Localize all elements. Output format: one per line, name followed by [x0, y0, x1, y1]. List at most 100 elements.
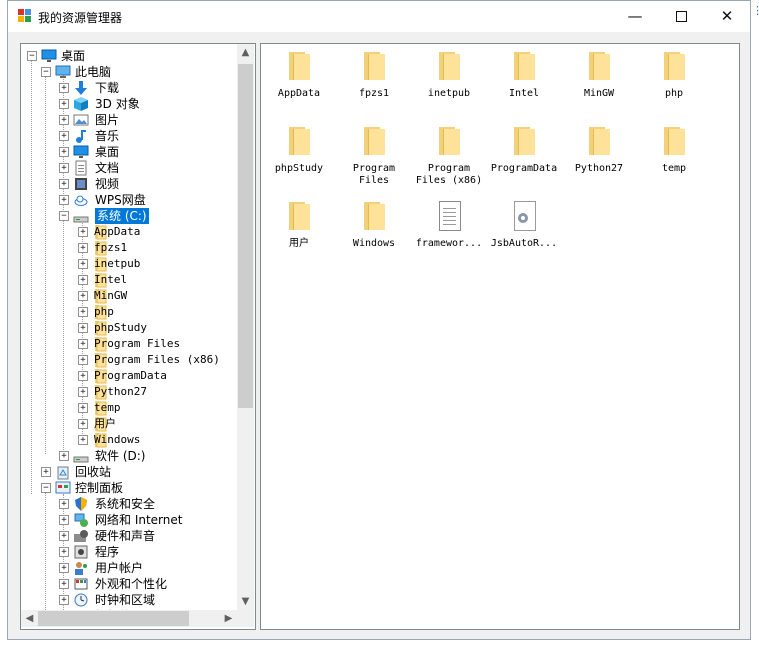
tree-node[interactable]: + 图片: [21, 112, 237, 128]
scroll-right-icon[interactable]: ▶: [220, 610, 237, 627]
tree-node[interactable]: + Program Files: [21, 336, 237, 352]
scroll-up-icon[interactable]: ▲: [237, 44, 254, 61]
expand-toggle[interactable]: +: [78, 419, 88, 429]
expand-toggle[interactable]: +: [78, 371, 88, 381]
tree-node[interactable]: + 软件 (D:): [21, 448, 237, 464]
tree-node[interactable]: + Intel: [21, 272, 237, 288]
tree-node[interactable]: + ProgramData: [21, 368, 237, 384]
list-item[interactable]: 用户: [263, 200, 335, 250]
tree-horizontal-scroll-thumb[interactable]: [38, 611, 189, 626]
tree-node[interactable]: + temp: [21, 400, 237, 416]
expand-toggle[interactable]: +: [59, 531, 69, 541]
expand-toggle[interactable]: +: [78, 227, 88, 237]
expand-toggle[interactable]: +: [41, 467, 51, 477]
tree-node[interactable]: + 外观和个性化: [21, 576, 237, 592]
expand-toggle[interactable]: +: [59, 131, 69, 141]
tree-node[interactable]: + 程序: [21, 544, 237, 560]
tree-node[interactable]: − 控制面板: [21, 480, 237, 496]
expand-toggle[interactable]: +: [59, 579, 69, 589]
expand-toggle[interactable]: +: [78, 259, 88, 269]
list-item[interactable]: inetpub: [413, 50, 485, 100]
collapse-toggle[interactable]: −: [59, 211, 69, 221]
tree-node[interactable]: + 下载: [21, 80, 237, 96]
list-item[interactable]: MinGW: [563, 50, 635, 100]
expand-toggle[interactable]: +: [78, 323, 88, 333]
tree-node[interactable]: + 用户帐户: [21, 560, 237, 576]
tree-node[interactable]: +3D 对象: [21, 96, 237, 112]
list-item[interactable]: JsbAutoR...: [488, 200, 560, 250]
list-item[interactable]: phpStudy: [263, 125, 335, 175]
tree-node[interactable]: + 时钟和区域: [21, 592, 237, 608]
tree-node[interactable]: + 音乐: [21, 128, 237, 144]
expand-toggle[interactable]: +: [78, 355, 88, 365]
expand-toggle[interactable]: +: [59, 179, 69, 189]
expand-toggle[interactable]: +: [59, 515, 69, 525]
tree-node[interactable]: + phpStudy: [21, 320, 237, 336]
maximize-button[interactable]: [659, 1, 703, 32]
tree-node[interactable]: + 系统和安全: [21, 496, 237, 512]
expand-toggle[interactable]: +: [59, 563, 69, 573]
minimize-button[interactable]: —: [613, 1, 657, 32]
tree-node[interactable]: + 用户: [21, 416, 237, 432]
expand-toggle[interactable]: +: [78, 387, 88, 397]
expand-toggle[interactable]: +: [59, 147, 69, 157]
tree-node[interactable]: + 桌面: [21, 144, 237, 160]
tree-node[interactable]: − 桌面: [21, 48, 237, 64]
scroll-left-icon[interactable]: ◀: [21, 610, 38, 627]
folder-tree[interactable]: − 桌面 − 此电脑 + 下载 +3D 对象 + 图片 + 音乐 + 桌面 + 文档 + 视频 + WPS网盘 − 系统…: [20, 43, 256, 630]
collapse-toggle[interactable]: −: [41, 483, 51, 493]
collapse-toggle[interactable]: −: [27, 51, 37, 61]
expand-toggle[interactable]: +: [59, 451, 69, 461]
tree-vertical-scrollbar[interactable]: ▲ ▼: [237, 44, 254, 610]
expand-toggle[interactable]: +: [59, 547, 69, 557]
expand-toggle[interactable]: +: [78, 339, 88, 349]
expand-toggle[interactable]: +: [78, 307, 88, 317]
tree-node[interactable]: + 文档: [21, 160, 237, 176]
tree-node[interactable]: + 硬件和声音: [21, 528, 237, 544]
expand-toggle[interactable]: +: [59, 163, 69, 173]
list-item[interactable]: ProgramData: [488, 125, 560, 175]
list-item[interactable]: Python27: [563, 125, 635, 175]
list-item[interactable]: php: [638, 50, 710, 100]
expand-toggle[interactable]: +: [59, 99, 69, 109]
tree-node[interactable]: + AppData: [21, 224, 237, 240]
title-bar[interactable]: 我的资源管理器 — ✕: [8, 1, 750, 32]
tree-node[interactable]: − 系统 (C:): [21, 208, 237, 224]
expand-toggle[interactable]: +: [59, 595, 69, 605]
list-item[interactable]: Intel: [488, 50, 560, 100]
expand-toggle[interactable]: +: [59, 499, 69, 509]
tree-node[interactable]: − 此电脑: [21, 64, 237, 80]
tree-node[interactable]: + fpzs1: [21, 240, 237, 256]
file-list-view[interactable]: AppData fpzs1 inetpub Intel MinGW php phpStudy…: [260, 43, 740, 630]
list-item[interactable]: framewor...: [413, 200, 485, 250]
list-item[interactable]: Windows: [338, 200, 410, 250]
expand-toggle[interactable]: +: [78, 435, 88, 445]
list-item[interactable]: Program Files: [338, 125, 410, 187]
tree-node[interactable]: + 网络和 Internet: [21, 512, 237, 528]
tree-node[interactable]: + inetpub: [21, 256, 237, 272]
tree-vertical-scroll-thumb[interactable]: [238, 64, 253, 408]
tree-node[interactable]: + Program Files (x86): [21, 352, 237, 368]
list-item[interactable]: AppData: [263, 50, 335, 100]
tree-node[interactable]: + Python27: [21, 384, 237, 400]
expand-toggle[interactable]: +: [78, 291, 88, 301]
expand-toggle[interactable]: +: [59, 115, 69, 125]
tree-node[interactable]: + 回收站: [21, 464, 237, 480]
tree-node[interactable]: + WPS网盘: [21, 192, 237, 208]
collapse-toggle[interactable]: −: [41, 67, 51, 77]
tree-node[interactable]: + Windows: [21, 432, 237, 448]
close-button[interactable]: ✕: [705, 1, 749, 32]
list-item[interactable]: Program Files (x86): [413, 125, 485, 187]
tree-node[interactable]: + php: [21, 304, 237, 320]
scroll-down-icon[interactable]: ▼: [237, 593, 254, 610]
tree-node[interactable]: + MinGW: [21, 288, 237, 304]
expand-toggle[interactable]: +: [78, 275, 88, 285]
expand-toggle[interactable]: +: [59, 195, 69, 205]
list-item[interactable]: fpzs1: [338, 50, 410, 100]
expand-toggle[interactable]: +: [59, 83, 69, 93]
tree-horizontal-scrollbar[interactable]: ◀ ▶: [21, 610, 237, 627]
expand-toggle[interactable]: +: [78, 243, 88, 253]
expand-toggle[interactable]: +: [78, 403, 88, 413]
tree-node[interactable]: + 视频: [21, 176, 237, 192]
list-item[interactable]: temp: [638, 125, 710, 175]
